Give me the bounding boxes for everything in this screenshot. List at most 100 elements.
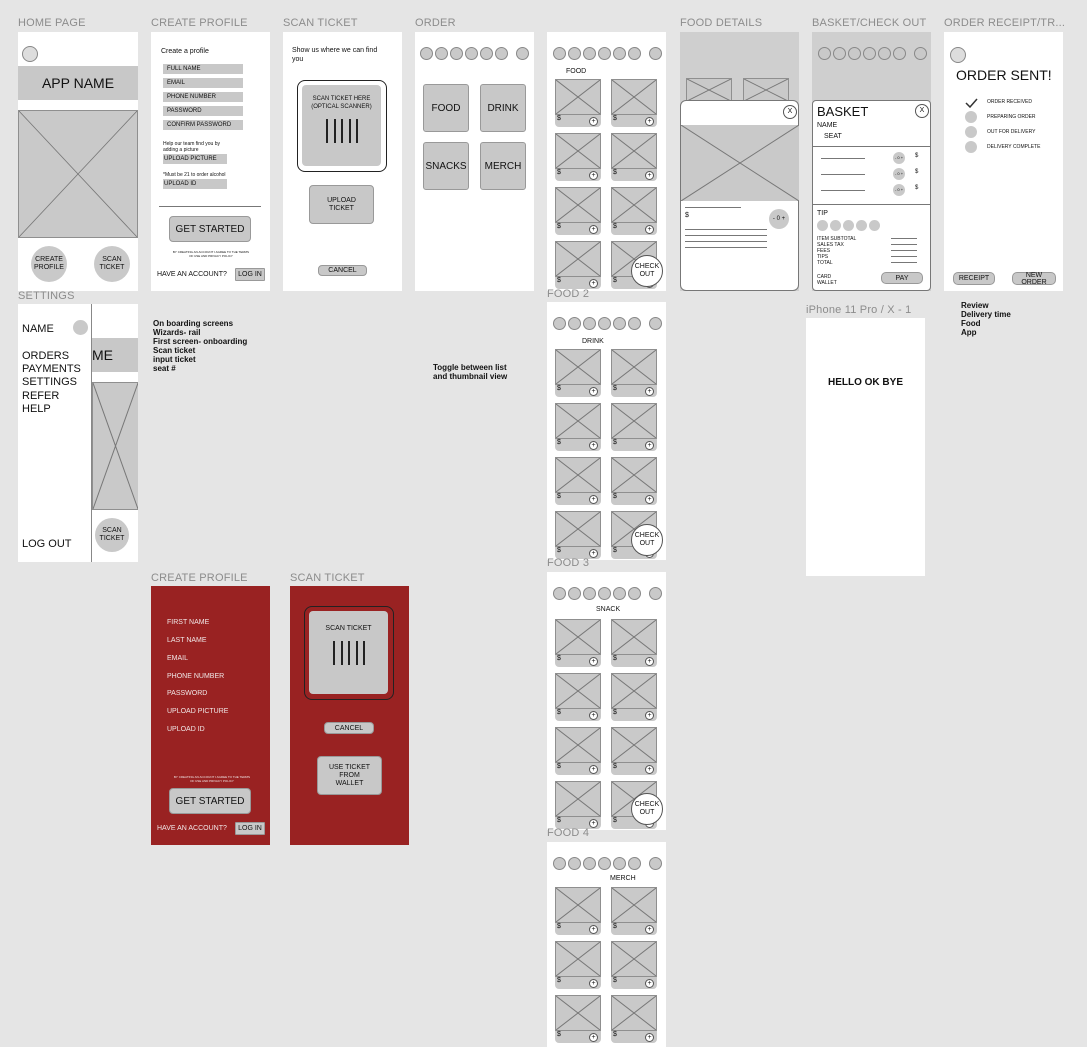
drink-icon[interactable] bbox=[583, 47, 596, 60]
menu-item-tile[interactable]: $+ bbox=[555, 79, 601, 127]
menu-item-tile[interactable]: $+ bbox=[555, 673, 601, 721]
tip-option[interactable] bbox=[856, 220, 867, 231]
first-name-field[interactable]: FIRST NAME bbox=[167, 619, 209, 626]
category-snacks[interactable]: SNACKS bbox=[423, 142, 469, 190]
merch-icon[interactable] bbox=[613, 587, 626, 600]
profile-icon[interactable] bbox=[553, 317, 566, 330]
merch-icon[interactable] bbox=[613, 857, 626, 870]
tip-option[interactable] bbox=[817, 220, 828, 231]
add-item-button[interactable]: + bbox=[589, 225, 598, 234]
add-item-button[interactable]: + bbox=[589, 549, 598, 558]
menu-settings[interactable]: SETTINGS bbox=[22, 376, 77, 388]
drink-icon[interactable] bbox=[848, 47, 861, 60]
checkout-button[interactable]: CHECK OUT bbox=[631, 793, 663, 825]
menu-item-tile[interactable]: $+ bbox=[611, 79, 657, 127]
menu-item-tile[interactable]: $+ bbox=[611, 187, 657, 235]
add-item-button[interactable]: + bbox=[589, 819, 598, 828]
cart-icon[interactable] bbox=[649, 317, 662, 330]
cart-icon[interactable] bbox=[649, 587, 662, 600]
menu-item-tile[interactable]: $+ bbox=[611, 133, 657, 181]
add-item-button[interactable]: + bbox=[645, 925, 654, 934]
profile-icon[interactable] bbox=[22, 46, 38, 62]
menu-item-tile[interactable]: $+ bbox=[555, 403, 601, 451]
quantity-stepper[interactable]: - 0 + bbox=[769, 209, 789, 229]
new-order-button[interactable]: NEW ORDER bbox=[1012, 272, 1056, 286]
add-item-button[interactable]: + bbox=[645, 225, 654, 234]
upload-picture-field[interactable]: UPLOAD PICTURE bbox=[167, 708, 228, 715]
scan-ticket-button[interactable]: SCAN TICKET bbox=[94, 246, 130, 282]
menu-item-tile[interactable]: $+ bbox=[611, 349, 657, 397]
item-stepper[interactable]: - 0 + bbox=[893, 152, 905, 164]
menu-item-tile[interactable]: $+ bbox=[555, 619, 601, 667]
drink-icon[interactable] bbox=[583, 857, 596, 870]
add-item-button[interactable]: + bbox=[589, 117, 598, 126]
add-item-button[interactable]: + bbox=[589, 925, 598, 934]
search-icon[interactable] bbox=[628, 47, 641, 60]
password-field[interactable]: PASSWORD bbox=[163, 106, 243, 116]
close-icon[interactable]: X bbox=[915, 104, 929, 118]
menu-refer[interactable]: REFER bbox=[22, 390, 59, 402]
create-profile-button[interactable]: CREATE PROFILE bbox=[31, 246, 67, 282]
menu-item-tile[interactable]: $+ bbox=[555, 781, 601, 829]
add-item-button[interactable]: + bbox=[645, 387, 654, 396]
upload-picture-button[interactable]: UPLOAD PICTURE bbox=[163, 154, 227, 164]
menu-orders[interactable]: ORDERS bbox=[22, 350, 69, 362]
food-icon[interactable] bbox=[833, 47, 846, 60]
snack-icon[interactable] bbox=[598, 587, 611, 600]
tip-option[interactable] bbox=[830, 220, 841, 231]
password-field[interactable]: PASSWORD bbox=[167, 690, 207, 697]
menu-item-tile[interactable]: $+ bbox=[611, 673, 657, 721]
add-item-button[interactable]: + bbox=[589, 279, 598, 288]
cart-icon[interactable] bbox=[649, 857, 662, 870]
menu-item-tile[interactable]: $+ bbox=[555, 457, 601, 505]
item-stepper[interactable]: - 0 + bbox=[893, 184, 905, 196]
cart-icon[interactable] bbox=[516, 47, 529, 60]
phone-number-field[interactable]: PHONE NUMBER bbox=[167, 673, 224, 680]
menu-item-tile[interactable]: $+ bbox=[611, 727, 657, 775]
cart-icon[interactable] bbox=[649, 47, 662, 60]
item-stepper[interactable]: - 0 + bbox=[893, 168, 905, 180]
profile-icon[interactable] bbox=[553, 857, 566, 870]
add-item-button[interactable]: + bbox=[645, 657, 654, 666]
menu-help[interactable]: HELP bbox=[22, 403, 51, 415]
merch-icon[interactable] bbox=[613, 317, 626, 330]
profile-icon[interactable] bbox=[420, 47, 433, 60]
menu-item-tile[interactable]: $+ bbox=[555, 241, 601, 289]
add-item-button[interactable]: + bbox=[645, 711, 654, 720]
profile-icon[interactable] bbox=[553, 47, 566, 60]
scan-ticket-button[interactable]: SCAN TICKET bbox=[95, 518, 129, 552]
menu-item-tile[interactable]: $+ bbox=[611, 619, 657, 667]
close-icon[interactable]: X bbox=[783, 105, 797, 119]
menu-item-tile[interactable]: $+ bbox=[555, 887, 601, 935]
get-started-button[interactable]: GET STARTED bbox=[169, 216, 251, 242]
add-item-button[interactable]: + bbox=[589, 441, 598, 450]
add-item-button[interactable]: + bbox=[589, 1033, 598, 1042]
drink-icon[interactable] bbox=[450, 47, 463, 60]
cart-icon[interactable] bbox=[914, 47, 927, 60]
food-icon[interactable] bbox=[568, 587, 581, 600]
wallet-label[interactable]: WALLET bbox=[817, 280, 837, 286]
merch-icon[interactable] bbox=[480, 47, 493, 60]
menu-item-tile[interactable]: $+ bbox=[555, 941, 601, 989]
menu-item-tile[interactable]: $+ bbox=[611, 457, 657, 505]
menu-item-tile[interactable]: $+ bbox=[611, 995, 657, 1043]
add-item-button[interactable]: + bbox=[589, 765, 598, 774]
snack-icon[interactable] bbox=[465, 47, 478, 60]
email-field[interactable]: EMAIL bbox=[167, 655, 188, 662]
drink-icon[interactable] bbox=[583, 317, 596, 330]
cancel-button[interactable]: CANCEL bbox=[318, 265, 367, 276]
menu-item-tile[interactable]: $+ bbox=[555, 511, 601, 559]
add-item-button[interactable]: + bbox=[645, 979, 654, 988]
menu-item-tile[interactable]: $+ bbox=[611, 887, 657, 935]
category-drink[interactable]: DRINK bbox=[480, 84, 526, 132]
search-icon[interactable] bbox=[628, 317, 641, 330]
category-food[interactable]: FOOD bbox=[423, 84, 469, 132]
merch-icon[interactable] bbox=[613, 47, 626, 60]
avatar[interactable] bbox=[73, 320, 88, 335]
menu-item-tile[interactable]: $+ bbox=[611, 941, 657, 989]
add-item-button[interactable]: + bbox=[645, 171, 654, 180]
profile-icon[interactable] bbox=[553, 587, 566, 600]
add-item-button[interactable]: + bbox=[589, 171, 598, 180]
merch-icon[interactable] bbox=[878, 47, 891, 60]
add-item-button[interactable]: + bbox=[589, 495, 598, 504]
